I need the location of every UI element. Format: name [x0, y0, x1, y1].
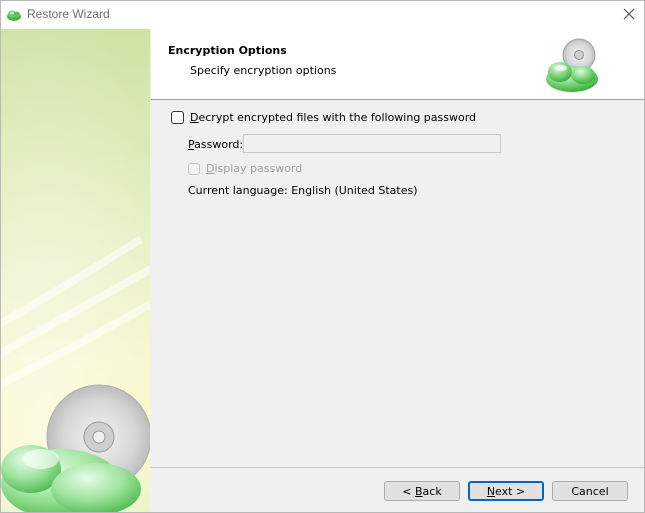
- back-button[interactable]: < Back: [384, 481, 460, 501]
- cancel-button[interactable]: Cancel: [552, 481, 628, 501]
- cloud-disc-icon: [543, 37, 601, 95]
- display-password-option[interactable]: Display password: [188, 162, 302, 175]
- decrypt-files-label: Decrypt encrypted files with the followi…: [190, 111, 477, 124]
- close-icon: [623, 8, 635, 23]
- decrypt-files-checkbox[interactable]: [171, 111, 184, 124]
- next-button[interactable]: Next >: [468, 481, 544, 501]
- wizard-header: Encryption Options Specify encryption op…: [151, 29, 644, 99]
- cloud-disc-illustration: [1, 29, 150, 512]
- page-subtitle: Specify encryption options: [190, 64, 337, 77]
- title-bar: Restore Wizard: [1, 1, 644, 29]
- wizard-content: Decrypt encrypted files with the followi…: [151, 100, 644, 467]
- window-title: Restore Wizard: [27, 7, 110, 21]
- current-language-text: Current language: English (United States…: [188, 184, 418, 197]
- page-title: Encryption Options: [168, 44, 287, 57]
- display-password-label: Display password: [206, 162, 303, 175]
- decrypt-files-option[interactable]: Decrypt encrypted files with the followi…: [171, 111, 476, 124]
- password-input[interactable]: [243, 134, 501, 153]
- restore-wizard-window: Restore Wizard Encryption Options Specif…: [0, 0, 645, 513]
- password-label: Password:: [188, 138, 244, 151]
- green-cloud-icon: [6, 7, 22, 23]
- display-password-checkbox[interactable]: [188, 162, 200, 175]
- wizard-side-artwork: [1, 29, 150, 512]
- footer-divider: [151, 467, 644, 468]
- close-button[interactable]: [614, 1, 644, 29]
